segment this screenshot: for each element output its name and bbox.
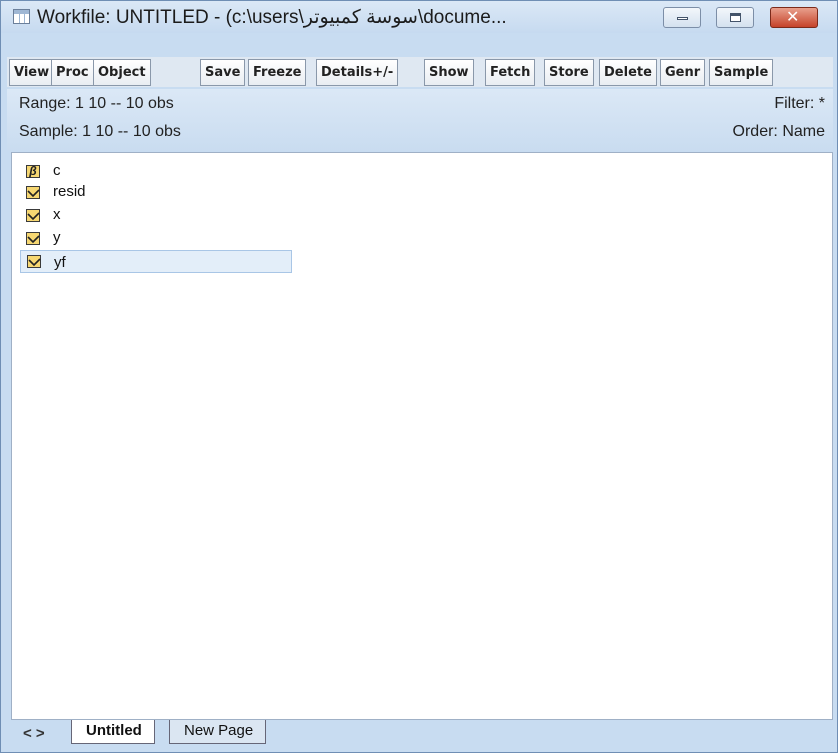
object-item-c[interactable]: β c	[20, 162, 292, 180]
range-info[interactable]: Range: 1 10 -- 10 obs	[19, 95, 174, 113]
object-item-y[interactable]: y	[20, 229, 292, 247]
proc-button[interactable]: Proc	[51, 59, 94, 86]
sample-info[interactable]: Sample: 1 10 -- 10 obs	[19, 123, 181, 141]
freeze-button[interactable]: Freeze	[248, 59, 307, 86]
series-icon	[26, 232, 40, 245]
genr-button[interactable]: Genr	[660, 59, 706, 86]
tab-nav-arrows[interactable]: < >	[23, 725, 45, 742]
page-tab-bar: < > New Page Untitled	[7, 720, 833, 748]
maximize-button[interactable]	[716, 7, 754, 28]
details-toggle-button[interactable]: Details+/-	[316, 59, 399, 86]
object-name: c	[53, 162, 61, 179]
object-name: x	[53, 206, 61, 223]
object-name: y	[53, 229, 61, 246]
title-bar[interactable]: Workfile: UNTITLED - (c:\users\سوسة كمبي…	[1, 1, 837, 33]
tab-untitled[interactable]: Untitled	[71, 720, 155, 744]
show-button[interactable]: Show	[424, 59, 474, 86]
object-name: yf	[54, 254, 66, 271]
close-button[interactable]: ✕	[770, 7, 818, 28]
series-icon	[27, 255, 41, 268]
delete-button[interactable]: Delete	[599, 59, 657, 86]
sample-button[interactable]: Sample	[709, 59, 774, 86]
series-icon	[26, 186, 40, 199]
object-item-x[interactable]: x	[20, 206, 292, 224]
object-button[interactable]: Object	[93, 59, 151, 86]
workfile-info-bar: Range: 1 10 -- 10 obs Filter: * Sample: …	[7, 89, 833, 151]
save-button[interactable]: Save	[200, 59, 246, 86]
view-button[interactable]: View	[9, 59, 55, 86]
maximize-icon	[730, 13, 741, 22]
object-name: resid	[53, 183, 86, 200]
coefficient-icon: β	[26, 165, 40, 178]
tab-new-page[interactable]: New Page	[169, 720, 267, 744]
workfile-window-icon	[13, 9, 30, 24]
object-item-yf[interactable]: yf	[20, 250, 292, 273]
series-icon	[26, 209, 40, 222]
fetch-button[interactable]: Fetch	[485, 59, 536, 86]
minimize-button[interactable]	[663, 7, 701, 28]
store-button[interactable]: Store	[544, 59, 594, 86]
workfile-window: Workfile: UNTITLED - (c:\users\سوسة كمبي…	[0, 0, 838, 753]
object-list: β c resid x y yf	[11, 152, 833, 720]
filter-info[interactable]: Filter: *	[774, 95, 825, 113]
minimize-icon	[677, 17, 688, 20]
window-title: Workfile: UNTITLED - (c:\users\سوسة كمبي…	[37, 7, 507, 28]
object-item-resid[interactable]: resid	[20, 183, 292, 201]
order-info[interactable]: Order: Name	[733, 123, 825, 141]
close-icon: ✕	[786, 9, 800, 26]
